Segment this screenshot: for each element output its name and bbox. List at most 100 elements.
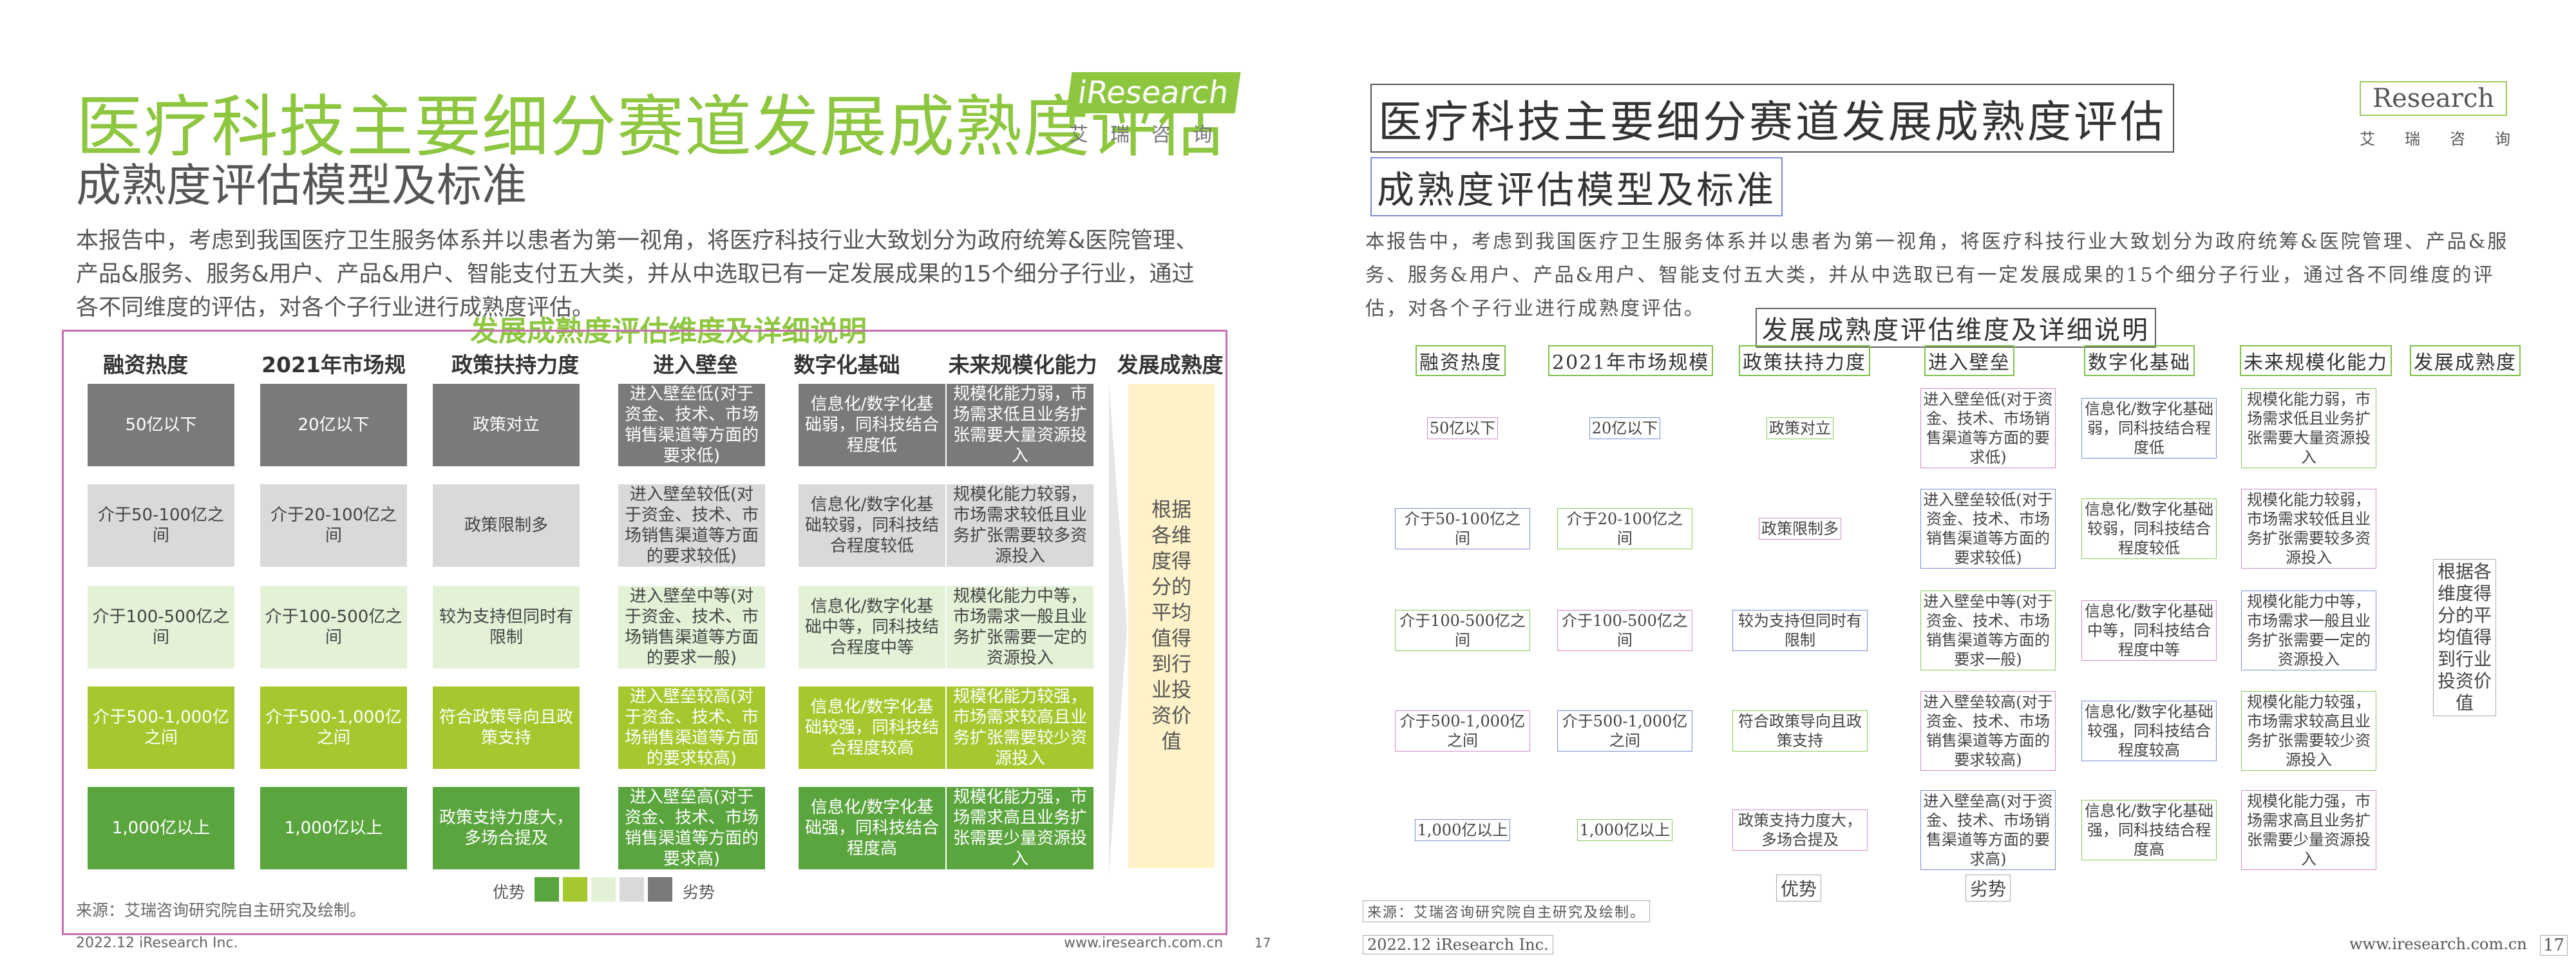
header-financing-ocr: 融资热度 bbox=[1416, 345, 1506, 376]
footer-website[interactable]: www.iresearch.com.cn bbox=[1064, 935, 1223, 951]
source-note-ocr: 来源：艾瑞咨询研究院自主研究及绘制。 bbox=[1363, 900, 1651, 922]
table-cell-ocr: 较为支持但同时有限制 bbox=[1732, 589, 1868, 672]
table-cell: 信息化/数字化基础中等，同科技结合程度中等 bbox=[799, 586, 945, 668]
header-barrier-ocr: 进入壁垒 bbox=[1924, 345, 2014, 376]
footer-copyright: 2022.12 iResearch Inc. bbox=[76, 935, 238, 951]
table-cell-ocr: 规模化能力较弱，市场需求较低且业务扩张需要较多资源投入 bbox=[2241, 487, 2376, 571]
table-cell: 较为支持但同时有限制 bbox=[433, 586, 580, 668]
table-cell: 信息化/数字化基础较强，同科技结合程度较高 bbox=[799, 687, 945, 769]
table-cell-text: 介于500-1,000亿之间 bbox=[1557, 710, 1692, 752]
table-cell-ocr: 1,000亿以上 bbox=[1557, 788, 1692, 872]
table-cell-ocr: 介于50-100亿之间 bbox=[1395, 487, 1530, 571]
table-cell-ocr: 介于100-500亿之间 bbox=[1557, 589, 1692, 672]
header-scale-ocr: 未来规模化能力 bbox=[2240, 345, 2392, 376]
page-subtitle-ocr: 成熟度评估模型及标准 bbox=[1370, 157, 1783, 216]
table-cell-ocr: 20亿以下 bbox=[1557, 386, 1692, 470]
maturity-description-ocr: 根据各维度得分的平均值得到行业投资价值 bbox=[2433, 559, 2496, 716]
table-cell: 介于100-500亿之间 bbox=[260, 586, 407, 668]
table-cell: 信息化/数字化基础强，同科技结合程度高 bbox=[799, 787, 945, 869]
legend-disadvantage: 劣势 bbox=[683, 883, 715, 902]
arrow-icon bbox=[1109, 384, 1127, 873]
legend-swatch bbox=[620, 877, 644, 902]
table-cell: 1,000亿以上 bbox=[88, 787, 234, 869]
table-cell-ocr: 信息化/数字化基础较强，同科技结合程度较高 bbox=[2081, 689, 2217, 773]
table-cell-text: 符合政策导向且政策支持 bbox=[1732, 710, 1868, 752]
table-cell-text: 信息化/数字化基础较弱，同科技结合程度较低 bbox=[2081, 498, 2217, 559]
table-cell: 1,000亿以上 bbox=[260, 787, 407, 869]
table-cell: 规模化能力较强，市场需求较高且业务扩张需要较少资源投入 bbox=[947, 687, 1094, 769]
header-barrier: 进入壁垒 bbox=[653, 352, 738, 377]
table-cell: 符合政策导向且政策支持 bbox=[433, 687, 580, 769]
table-cell-ocr: 规模化能力弱，市场需求低且业务扩张需要大量资源投入 bbox=[2241, 386, 2376, 470]
table-cell: 进入壁垒较低(对于资金、技术、市场销售渠道等方面的要求较低) bbox=[618, 484, 765, 567]
section-title-ocr: 发展成熟度评估维度及详细说明 bbox=[1756, 308, 2156, 348]
table-cell-text: 规模化能力中等，市场需求一般且业务扩张需要一定的资源投入 bbox=[2241, 591, 2376, 670]
header-digital: 数字化基础 bbox=[793, 352, 900, 377]
logo-cn: 艾瑞咨询 bbox=[1069, 124, 1234, 146]
table-cell-text: 信息化/数字化基础弱，同科技结合程度低 bbox=[2081, 398, 2217, 459]
table-cell-ocr: 信息化/数字化基础中等，同科技结合程度中等 bbox=[2081, 589, 2217, 672]
footer-website-ocr[interactable]: www.iresearch.com.cn bbox=[2349, 935, 2527, 953]
logo-cn-ocr: 艾瑞咨询 bbox=[2360, 130, 2540, 148]
table-cell-text: 信息化/数字化基础中等，同科技结合程度中等 bbox=[2081, 600, 2217, 661]
table-cell-text: 政策支持力度大，多场合提及 bbox=[1732, 810, 1868, 851]
table-cell-text: 20亿以下 bbox=[1589, 417, 1661, 439]
table-cell-ocr: 信息化/数字化基础强，同科技结合程度高 bbox=[2081, 788, 2217, 872]
table-cell: 政策对立 bbox=[433, 384, 580, 466]
table-cell: 介于20-100亿之间 bbox=[260, 484, 407, 567]
table-cell-ocr: 规模化能力强，市场需求高且业务扩张需要少量资源投入 bbox=[2241, 788, 2376, 872]
table-cell: 进入壁垒中等(对于资金、技术、市场销售渠道等方面的要求一般) bbox=[618, 586, 765, 668]
legend-swatch bbox=[563, 877, 587, 902]
source-note: 来源：艾瑞咨询研究院自主研究及绘制。 bbox=[76, 901, 366, 920]
page-title-ocr: 医疗科技主要细分赛道发展成熟度评估 bbox=[1370, 84, 2175, 153]
table-cell-text: 规模化能力较强，市场需求较高且业务扩张需要较少资源投入 bbox=[2241, 691, 2376, 771]
table-cell-ocr: 规模化能力较强，市场需求较高且业务扩张需要较少资源投入 bbox=[2241, 689, 2376, 773]
table-cell-ocr: 介于100-500亿之间 bbox=[1395, 589, 1530, 672]
table-cell: 信息化/数字化基础较弱，同科技结合程度较低 bbox=[799, 484, 945, 567]
table-cell-text: 规模化能力强，市场需求高且业务扩张需要少量资源投入 bbox=[2241, 790, 2376, 870]
page-number-ocr: 17 bbox=[2540, 935, 2568, 956]
table-cell-text: 规模化能力弱，市场需求低且业务扩张需要大量资源投入 bbox=[2241, 388, 2376, 468]
table-cell-ocr: 政策限制多 bbox=[1732, 487, 1868, 571]
table-cell-text: 进入壁垒高(对于资金、技术、市场销售渠道等方面的要求高) bbox=[1920, 790, 2056, 870]
table-cell-ocr: 信息化/数字化基础较弱，同科技结合程度较低 bbox=[2081, 487, 2217, 571]
logo-word: iResearch bbox=[1066, 72, 1241, 113]
header-policy-ocr: 政策扶持力度 bbox=[1739, 345, 1870, 376]
table-cell-ocr: 1,000亿以上 bbox=[1395, 788, 1530, 872]
table-cell-text: 政策对立 bbox=[1766, 417, 1833, 439]
footer-copyright-ocr: 2022.12 iResearch Inc. bbox=[1363, 935, 1553, 954]
table-cell-ocr: 进入壁垒较低(对于资金、技术、市场销售渠道等方面的要求较低) bbox=[1920, 487, 2056, 571]
iresearch-logo: iResearch 艾瑞咨询 bbox=[1066, 72, 1241, 146]
table-cell: 介于500-1,000亿之间 bbox=[88, 687, 234, 769]
table-cell-text: 政策限制多 bbox=[1759, 518, 1841, 540]
table-cell-text: 进入壁垒较高(对于资金、技术、市场销售渠道等方面的要求较高) bbox=[1920, 691, 2056, 771]
logo-word-ocr: Research bbox=[2360, 81, 2508, 116]
legend-advantage-ocr: 优势 bbox=[1776, 875, 1822, 902]
table-cell: 20亿以下 bbox=[260, 384, 407, 466]
page-number: 17 bbox=[1255, 935, 1271, 951]
table-cell-ocr: 50亿以下 bbox=[1395, 386, 1530, 470]
table-cell-text: 1,000亿以上 bbox=[1414, 819, 1511, 841]
table-cell-ocr: 进入壁垒中等(对于资金、技术、市场销售渠道等方面的要求一般) bbox=[1920, 589, 2056, 672]
legend-swatch bbox=[591, 877, 616, 902]
header-scale: 未来规模化能力 bbox=[948, 352, 1097, 377]
table-cell: 50亿以下 bbox=[88, 384, 234, 466]
table-cell-ocr: 政策支持力度大，多场合提及 bbox=[1732, 788, 1868, 872]
header-policy: 政策扶持力度 bbox=[451, 352, 579, 377]
table-cell-ocr: 进入壁垒较高(对于资金、技术、市场销售渠道等方面的要求较高) bbox=[1920, 689, 2056, 773]
maturity-column: 根据各维度得分的平均值得到行业投资价值 bbox=[1128, 384, 1215, 868]
header-maturity: 发展成熟度 bbox=[1117, 352, 1224, 377]
table-cell-ocr: 介于500-1,000亿之间 bbox=[1557, 689, 1692, 773]
header-market-size-ocr: 2021年市场规模 bbox=[1548, 345, 1714, 376]
table-cell-ocr: 介于20-100亿之间 bbox=[1557, 487, 1692, 571]
table-cell-text: 50亿以下 bbox=[1426, 417, 1499, 439]
legend-swatch bbox=[535, 877, 559, 902]
table-cell-ocr: 政策对立 bbox=[1732, 386, 1868, 470]
table-cell-text: 进入壁垒中等(对于资金、技术、市场销售渠道等方面的要求一般) bbox=[1920, 591, 2056, 670]
header-financing: 融资热度 bbox=[103, 352, 188, 377]
table-cell: 介于50-100亿之间 bbox=[88, 484, 234, 567]
table-cell-text: 介于50-100亿之间 bbox=[1395, 508, 1530, 549]
table-cell-text: 进入壁垒较低(对于资金、技术、市场销售渠道等方面的要求较低) bbox=[1920, 489, 2056, 569]
page-subtitle: 成熟度评估模型及标准 bbox=[76, 159, 527, 212]
table-cell-ocr: 规模化能力中等，市场需求一般且业务扩张需要一定的资源投入 bbox=[2241, 589, 2376, 672]
